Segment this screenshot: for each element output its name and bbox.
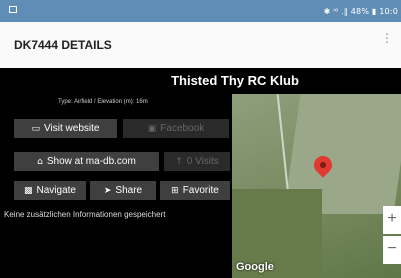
zoom-in-button[interactable]: + — [383, 206, 401, 234]
pin-center — [320, 162, 326, 168]
info-text: Keine zusätzlichen Informationen gespeic… — [4, 210, 166, 219]
page-title: DK7444 DETAILS — [14, 38, 112, 52]
share-button[interactable]: ➤ Share — [90, 181, 156, 200]
google-logo: Google — [236, 261, 274, 273]
show-at-madb-button[interactable]: ⌂ Show at ma-db.com — [14, 152, 159, 171]
club-name: Thisted Thy RC Klub — [171, 73, 299, 88]
status-bar: ✱ ⁱ⁶ .∥ 48% ▮ 10:0 — [0, 0, 401, 22]
thumbs-up-icon: ↑ — [175, 156, 183, 167]
details-content: Thisted Thy RC Klub Type: Airfield / Ele… — [0, 68, 401, 278]
plus-square-icon: ⊞ — [171, 185, 179, 196]
map-view[interactable]: Google + − — [232, 94, 401, 278]
home-icon: ⌂ — [37, 156, 43, 167]
facebook-button[interactable]: ▣ Facebook — [123, 119, 229, 138]
overflow-menu-icon[interactable]: ⋮ — [381, 32, 393, 44]
favorite-button[interactable]: ⊞ Favorite — [160, 181, 230, 200]
app-bar: DK7444 DETAILS ⋮ — [0, 22, 401, 69]
navigate-button[interactable]: ▩ Navigate — [14, 181, 86, 200]
status-indicators: ✱ ⁱ⁶ .∥ 48% ▮ 10:0 — [323, 7, 398, 16]
zoom-out-button[interactable]: − — [383, 236, 401, 264]
notification-icon — [9, 6, 17, 13]
visits-button[interactable]: ↑ 0 Visits — [164, 152, 230, 171]
club-meta: Type: Airfield / Elevation (m): 16m — [58, 99, 148, 105]
share-icon: ➤ — [103, 185, 112, 196]
monitor-icon: ▭ — [31, 123, 41, 134]
visit-website-button[interactable]: ▭ Visit website — [14, 119, 117, 138]
car-icon: ▩ — [24, 185, 33, 196]
facebook-icon: ▣ — [147, 123, 157, 134]
